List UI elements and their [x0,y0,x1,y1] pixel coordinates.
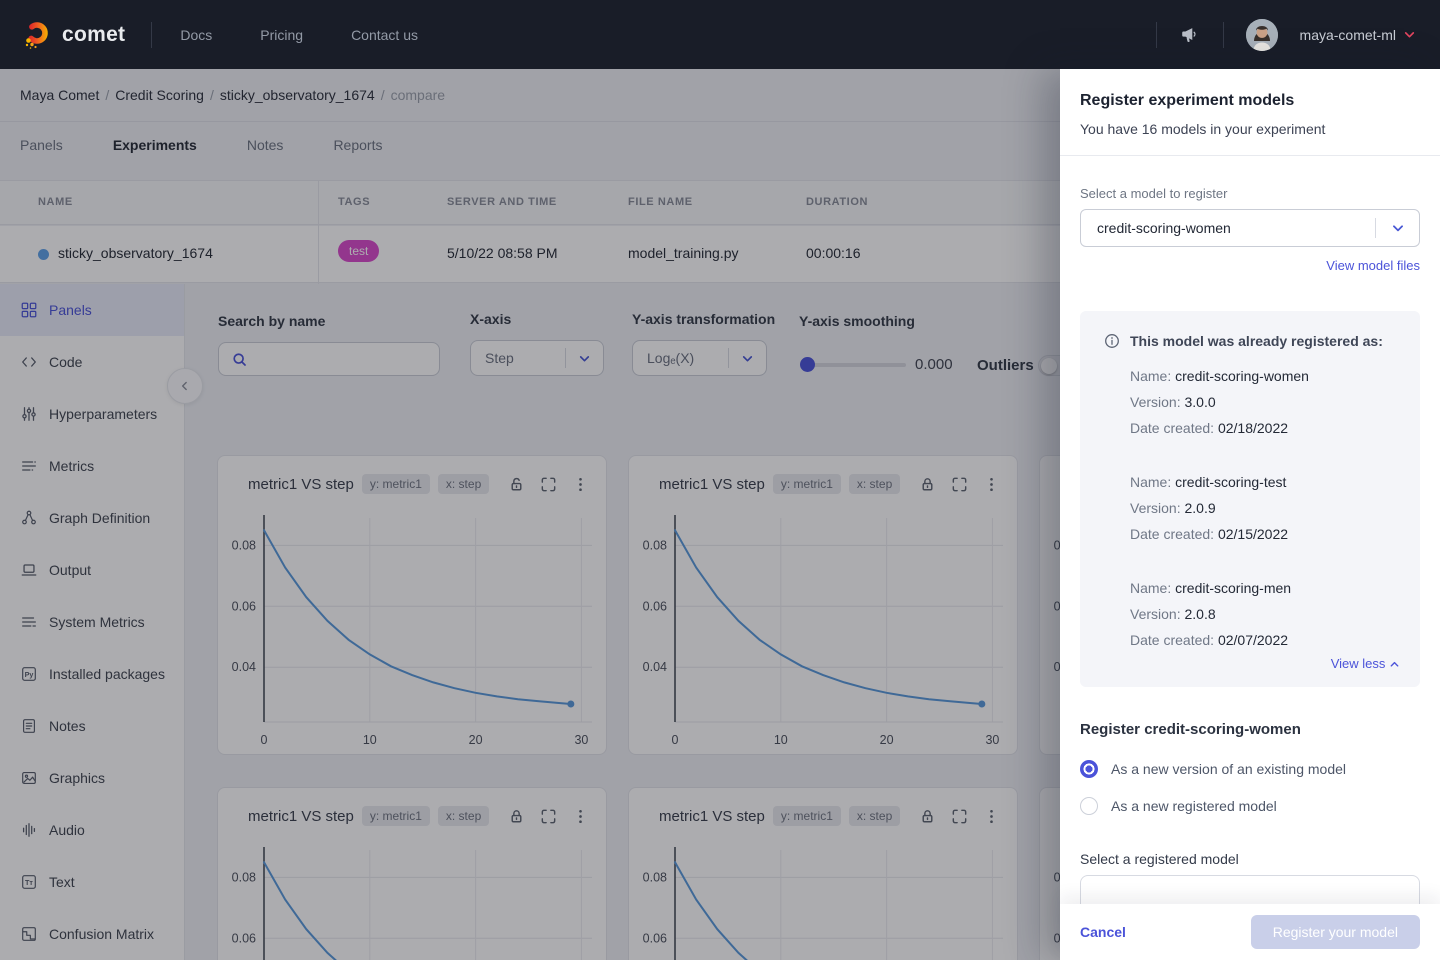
nav-link-pricing[interactable]: Pricing [260,27,303,43]
date-label: Date created: [1130,526,1215,542]
radio-unselected-icon [1080,797,1098,815]
user-name: maya-comet-ml [1299,26,1396,43]
radio-label: As a new version of an existing model [1111,761,1347,777]
register-models-panel: Register experiment models You have 16 m… [1060,69,1440,960]
top-navbar: comet Docs Pricing Contact us maya-comet… [0,0,1440,69]
model-select-value: credit-scoring-women [1097,220,1231,236]
view-less-label: View less [1330,656,1386,671]
cancel-button[interactable]: Cancel [1080,924,1126,940]
modal-subtitle: You have 16 models in your experiment [1080,121,1326,137]
model-date: 02/18/2022 [1217,420,1289,436]
registered-model-entry: Name: credit-scoring-test Version: 2.0.9… [1104,469,1400,547]
model-date: 02/15/2022 [1217,526,1289,542]
model-select[interactable]: credit-scoring-women [1080,209,1420,247]
name-label: Name: [1130,474,1172,490]
info-box-title: This model was already registered as: [1130,333,1383,349]
register-model-button[interactable]: Register your model [1250,915,1420,949]
view-model-files-link[interactable]: View model files [1326,258,1420,273]
model-name: credit-scoring-women [1175,368,1309,384]
radio-selected-icon [1080,760,1098,778]
model-name: credit-scoring-test [1175,474,1287,490]
model-version: 3.0.0 [1184,394,1216,410]
info-icon [1105,334,1119,348]
modal-title: Register experiment models [1080,92,1295,109]
modal-footer: Cancel Register your model [1060,904,1440,960]
select-registered-model-label: Select a registered model [1080,851,1239,867]
divider [1060,155,1440,156]
model-version: 2.0.8 [1184,606,1216,622]
registered-model-entry: Name: credit-scoring-men Version: 2.0.8 … [1104,575,1400,653]
model-version: 2.0.9 [1184,500,1216,516]
select-model-label: Select a model to register [1080,186,1228,201]
chevron-down-icon [1404,32,1415,38]
nav-link-docs[interactable]: Docs [180,27,212,43]
logo-text: comet [62,22,126,46]
announcements-icon[interactable] [1179,24,1201,46]
nav-divider [151,21,153,48]
radio-label: As a new registered model [1111,798,1277,814]
chevron-up-icon [1390,662,1399,667]
avatar[interactable] [1245,18,1278,51]
nav-links: Docs Pricing Contact us [180,27,418,43]
view-less-link[interactable]: View less [1331,656,1400,671]
version-label: Version: [1130,500,1181,516]
chevron-down-icon [1375,218,1419,238]
name-label: Name: [1130,580,1172,596]
date-label: Date created: [1130,632,1215,648]
comet-logo-icon [25,21,48,49]
name-label: Name: [1130,368,1172,384]
comet-logo[interactable]: comet [0,20,151,50]
nav-link-contact[interactable]: Contact us [351,27,418,43]
registered-model-entry: Name: credit-scoring-women Version: 3.0.… [1104,363,1400,441]
date-label: Date created: [1130,420,1215,436]
app-root: comet Docs Pricing Contact us maya-comet… [0,0,1440,960]
radio-new-version[interactable]: As a new version of an existing model [1080,760,1420,778]
radio-new-model[interactable]: As a new registered model [1080,797,1420,815]
version-label: Version: [1130,606,1181,622]
nav-divider [1155,21,1157,48]
user-menu[interactable]: maya-comet-ml [1300,27,1416,43]
model-name: credit-scoring-men [1175,580,1292,596]
model-date: 02/07/2022 [1217,632,1289,648]
nav-divider [1222,21,1224,48]
version-label: Version: [1130,394,1181,410]
nav-right: maya-comet-ml [1155,18,1440,51]
already-registered-info-box: This model was already registered as: Na… [1080,311,1420,687]
register-section-title: Register credit-scoring-women [1080,721,1301,738]
